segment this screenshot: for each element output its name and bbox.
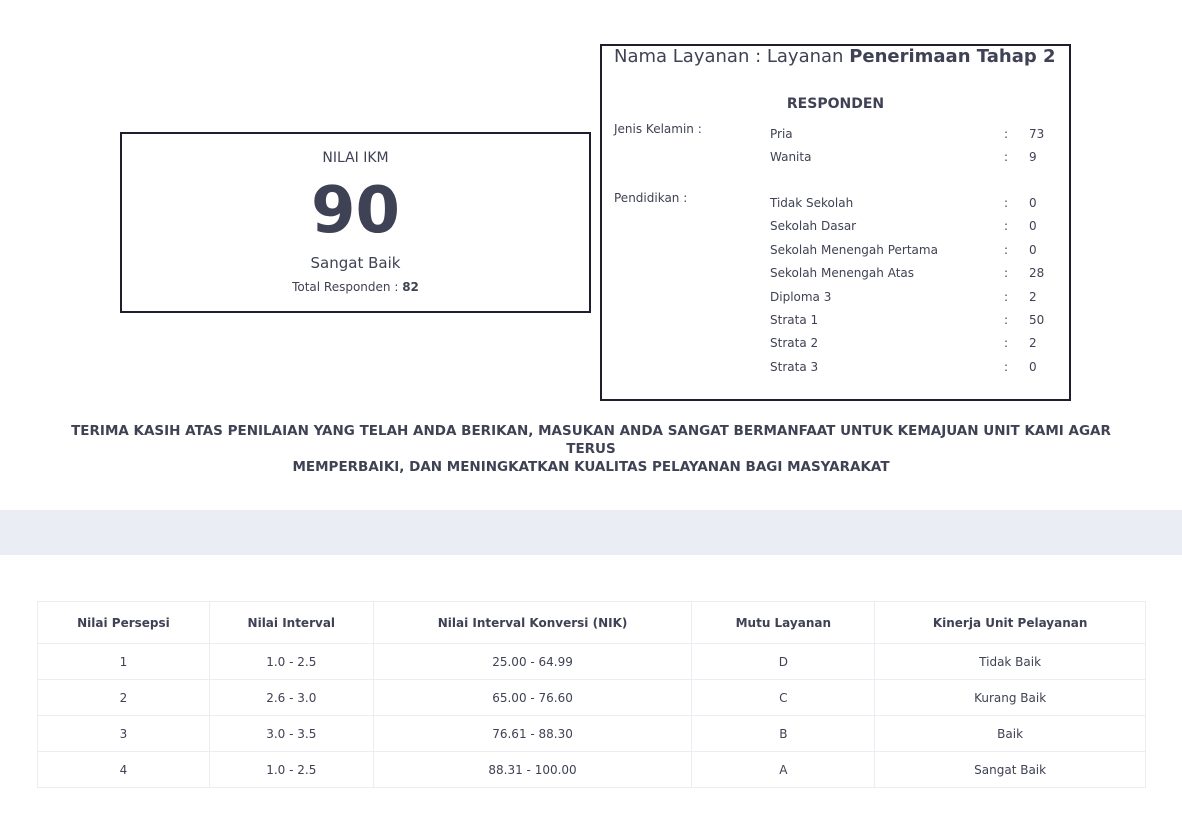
education-row-label: Sekolah Menengah Pertama (770, 243, 938, 257)
table-cell: Baik (874, 715, 1146, 752)
section-divider (0, 510, 1182, 555)
ikm-score-box: NILAI IKM 90 Sangat Baik Total Responden… (120, 132, 591, 313)
education-row: Strata 3 : 0 (770, 360, 1060, 380)
table-cell: Kurang Baik (874, 679, 1146, 716)
education-row-value: 2 (1029, 290, 1037, 304)
education-row-value: 0 (1029, 243, 1037, 257)
table-cell: Tidak Baik (874, 643, 1146, 680)
table-cell: 1.0 - 2.5 (208, 643, 374, 680)
gender-row-label: Wanita (770, 150, 812, 164)
total-respondents-value: 82 (402, 280, 419, 294)
table-cell: C (691, 679, 876, 716)
table-cell: 2.6 - 3.0 (208, 679, 374, 716)
education-row-label: Sekolah Dasar (770, 219, 857, 233)
respondent-title-text: RESPONDEN (786, 96, 885, 112)
table-cell: 4 (37, 751, 210, 788)
column-header: Nilai Interval (208, 601, 374, 644)
gender-row: Wanita : 9 (770, 150, 1060, 170)
education-row-label: Tidak Sekolah (770, 196, 854, 210)
column-header: Nilai Persepsi (37, 601, 210, 644)
education-row-sep: : (1004, 290, 1009, 304)
table-row: 4 1.0 - 2.5 88.31 - 100.00 A Sangat Baik (37, 751, 1146, 788)
table-cell: 3 (37, 715, 210, 752)
gender-row-value: 9 (1029, 150, 1037, 164)
table-cell: 3.0 - 3.5 (208, 715, 374, 752)
education-row: Sekolah Dasar : 0 (770, 219, 1060, 239)
education-row-sep: : (1004, 266, 1009, 280)
thank-you-line-1: TERIMA KASIH ATAS PENILAIAN YANG TELAH A… (71, 423, 1111, 457)
table-cell: 1 (37, 643, 210, 680)
education-row-label: Strata 1 (770, 313, 819, 327)
education-row-sep: : (1004, 336, 1009, 350)
table-cell: 76.61 - 88.30 (372, 715, 693, 752)
table-cell: 1.0 - 2.5 (208, 751, 374, 788)
table-header-row: Nilai Persepsi Nilai Interval Nilai Inte… (37, 601, 1146, 644)
ikm-title: NILAI IKM (322, 150, 389, 166)
table-cell: Sangat Baik (874, 751, 1146, 788)
thank-you-message: TERIMA KASIH ATAS PENILAIAN YANG TELAH A… (60, 422, 1122, 476)
table-cell: 25.00 - 64.99 (372, 643, 693, 680)
education-row-label: Diploma 3 (770, 290, 832, 304)
education-row: Tidak Sekolah : 0 (770, 196, 1060, 216)
table-cell: 2 (37, 679, 210, 716)
education-row-sep: : (1004, 313, 1009, 327)
education-row-label: Strata 2 (770, 336, 819, 350)
gender-row-sep: : (1004, 127, 1009, 141)
column-header: Kinerja Unit Pelayanan (874, 601, 1146, 644)
education-row-sep: : (1004, 243, 1009, 257)
education-label: Pendidikan : (614, 191, 688, 205)
education-row-sep: : (1004, 196, 1009, 210)
total-respondents-label: Total Responden : (292, 280, 403, 294)
thank-you-line-2: MEMPERBAIKI, DAN MENINGKATKAN KUALITAS P… (292, 459, 890, 475)
ikm-reference-table: Nilai Persepsi Nilai Interval Nilai Inte… (37, 601, 1146, 788)
gender-row-label: Pria (770, 127, 793, 141)
ikm-quality-label: Sangat Baik (310, 254, 401, 272)
table-cell: B (691, 715, 876, 752)
table-cell: 65.00 - 76.60 (372, 679, 693, 716)
ikm-value: 90 (310, 174, 401, 248)
education-row-value: 0 (1029, 196, 1037, 210)
service-name-prefix: Nama Layanan : Layanan (614, 46, 850, 67)
gender-label: Jenis Kelamin : (614, 122, 702, 136)
education-row: Strata 1 : 50 (770, 313, 1060, 333)
table-row: 1 1.0 - 2.5 25.00 - 64.99 D Tidak Baik (37, 643, 1146, 680)
education-row-value: 0 (1029, 360, 1037, 374)
table-cell: 88.31 - 100.00 (372, 751, 693, 788)
gender-row-sep: : (1004, 150, 1009, 164)
respondent-box: Nama Layanan : Layanan Penerimaan Tahap … (600, 44, 1071, 401)
table-cell: A (691, 751, 876, 788)
service-name-value: Penerimaan Tahap 2 (849, 46, 1056, 67)
result-card: NILAI IKM 90 Sangat Baik Total Responden… (0, 0, 1182, 510)
education-row: Diploma 3 : 2 (770, 290, 1060, 310)
education-row-sep: : (1004, 219, 1009, 233)
education-row: Sekolah Menengah Pertama : 0 (770, 243, 1060, 263)
education-row-label: Strata 3 (770, 360, 819, 374)
education-row-value: 2 (1029, 336, 1037, 350)
education-row-label: Sekolah Menengah Atas (770, 266, 914, 280)
gender-row-value: 73 (1029, 127, 1045, 141)
service-name: Nama Layanan : Layanan Penerimaan Tahap … (614, 46, 1056, 67)
education-row-sep: : (1004, 360, 1009, 374)
gender-row: Pria : 73 (770, 127, 1060, 147)
column-header: Mutu Layanan (691, 601, 876, 644)
total-respondents: Total Responden : 82 (122, 280, 589, 294)
table-row: 2 2.6 - 3.0 65.00 - 76.60 C Kurang Baik (37, 679, 1146, 716)
table-cell: D (691, 643, 876, 680)
education-row: Sekolah Menengah Atas : 28 (770, 266, 1060, 286)
education-row-value: 28 (1029, 266, 1045, 280)
column-header: Nilai Interval Konversi (NIK) (372, 601, 693, 644)
table-row: 3 3.0 - 3.5 76.61 - 88.30 B Baik (37, 715, 1146, 752)
respondent-title: RESPONDEN (602, 96, 1069, 112)
education-row-value: 0 (1029, 219, 1037, 233)
education-row: Strata 2 : 2 (770, 336, 1060, 356)
education-row-value: 50 (1029, 313, 1045, 327)
page: NILAI IKM 90 Sangat Baik Total Responden… (0, 0, 1182, 822)
